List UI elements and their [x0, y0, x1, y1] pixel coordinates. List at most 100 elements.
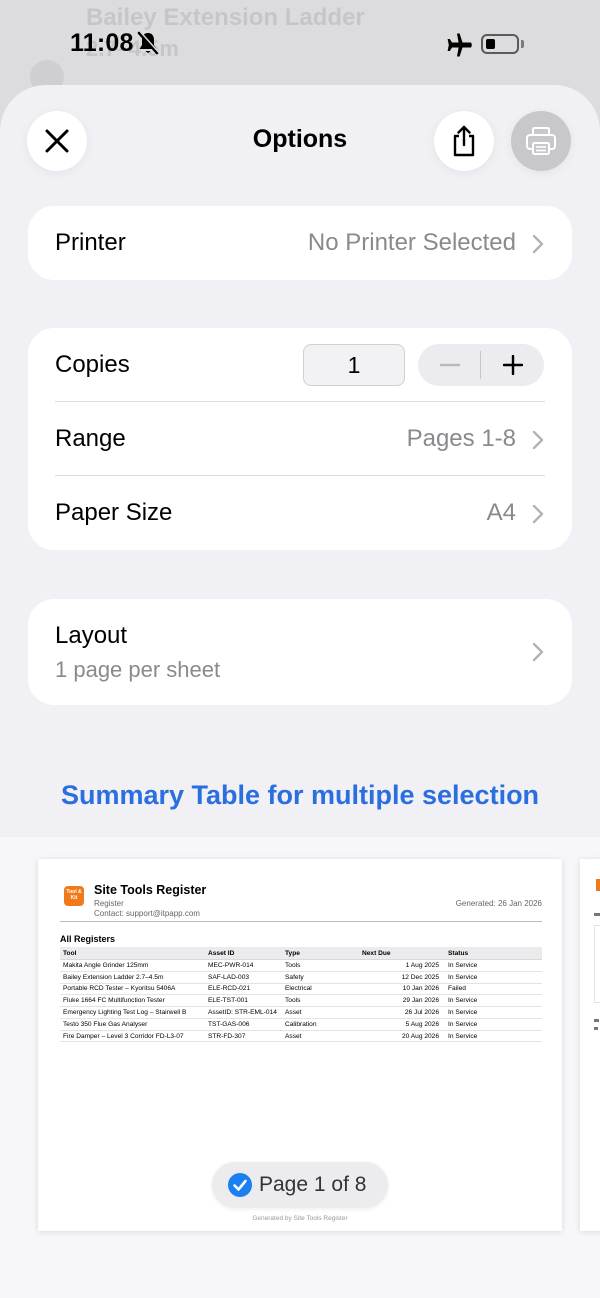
table-cell: Safety: [282, 971, 359, 984]
summary-table-caption: Summary Table for multiple selection: [60, 780, 540, 810]
table-cell: In Service: [445, 1030, 542, 1043]
share-icon: [453, 125, 475, 157]
page-indicator[interactable]: Page 1 of 8: [212, 1162, 388, 1208]
print-settings-group: Copies 1 Range Pages 1-8 Paper Size A4: [28, 328, 572, 550]
copies-stepper: [418, 344, 544, 386]
table-cell: ELE-RCD-021: [205, 983, 282, 996]
preview-page-2[interactable]: [580, 859, 600, 1231]
table-cell: In Service: [445, 971, 542, 984]
paper-size-label: Paper Size: [55, 499, 173, 526]
table-cell: Testo 350 Flue Gas Analyser: [60, 1018, 205, 1031]
sheet-title: Options: [252, 125, 348, 153]
table-row: Portable RCD Tester – Kyoritsu 5406A ELE-…: [60, 983, 542, 996]
column-header: Status: [445, 947, 542, 960]
table-cell: 10 Jan 2026: [359, 983, 445, 996]
table-cell: Makita Angle Grinder 125mm: [60, 959, 205, 972]
document-divider: [60, 921, 542, 922]
battery-icon: [481, 34, 519, 54]
battery-level: [486, 39, 495, 49]
table-row: Bailey Extension Ladder 2.7–4.5m SAF-LAD-…: [60, 971, 542, 984]
decrement-copies-button[interactable]: [418, 344, 481, 386]
status-bar: 11:08: [0, 0, 600, 90]
document-generated-date: Generated: 26 Jan 2026: [455, 899, 542, 908]
page-indicator-label: Page 1 of 8: [259, 1173, 367, 1196]
table-row: Fluke 1664 FC Multifunction Tester ELE-TS…: [60, 994, 542, 1008]
range-label: Range: [55, 425, 126, 452]
table-cell: 20 Aug 2026: [359, 1030, 445, 1043]
page-2-text-line: [594, 913, 600, 916]
chevron-right-icon: [532, 504, 544, 524]
table-cell: TST-GAS-006: [205, 1018, 282, 1031]
table-cell: 29 Jan 2026: [359, 994, 445, 1008]
print-button[interactable]: [511, 111, 571, 171]
document-footer: Generated by Site Tools Register: [252, 1215, 348, 1222]
table-cell: In Service: [445, 1018, 542, 1031]
table-cell: In Service: [445, 994, 542, 1008]
register-table: Tool Asset ID Type Next Due Status Makit…: [60, 947, 542, 1043]
chevron-right-icon: [532, 642, 544, 662]
battery-cap: [521, 40, 524, 48]
print-options-sheet: Options Printer No Printer Selected Copi…: [0, 85, 600, 1298]
printer-row[interactable]: Printer No Printer Selected: [28, 206, 572, 280]
status-time: 11:08: [70, 29, 134, 57]
share-button[interactable]: [434, 111, 494, 171]
printer-group: Printer No Printer Selected: [28, 206, 572, 280]
minus-icon: [439, 363, 460, 367]
printer-value: No Printer Selected: [307, 229, 516, 256]
table-row: Testo 350 Flue Gas Analyser TST-GAS-006 Ca…: [60, 1018, 542, 1031]
copies-label: Copies: [55, 351, 130, 378]
copies-field[interactable]: 1: [303, 344, 405, 386]
document-contact: Contact: support@itpapp.com: [94, 909, 200, 918]
table-cell: Fluke 1664 FC Multifunction Tester: [60, 994, 205, 1008]
table-cell: Tools: [282, 994, 359, 1008]
airplane-icon: [447, 33, 472, 57]
table-cell: Emergency Lighting Test Log – Stairwell …: [60, 1006, 205, 1019]
table-cell: Asset: [282, 1006, 359, 1019]
layout-value: 1 page per sheet: [55, 657, 221, 682]
increment-copies-button[interactable]: [481, 344, 544, 386]
document-subtitle: Register: [94, 899, 124, 908]
paper-size-row[interactable]: Paper Size A4: [28, 476, 572, 550]
table-cell: Calibration: [282, 1018, 359, 1031]
paper-size-value: A4: [486, 499, 516, 526]
range-row[interactable]: Range Pages 1-8: [28, 402, 572, 476]
table-row: Makita Angle Grinder 125mm MEC-PWR-014 Too…: [60, 959, 542, 972]
table-cell: In Service: [445, 959, 542, 972]
table-cell: Tools: [282, 959, 359, 972]
layout-label: Layout: [55, 622, 128, 649]
table-cell: Failed: [445, 983, 542, 996]
table-cell: STR-FD-307: [205, 1030, 282, 1043]
app-logo: Tool & Kit: [64, 886, 84, 906]
column-header: Asset ID: [205, 947, 282, 960]
column-header: Type: [282, 947, 359, 960]
layout-group: Layout 1 page per sheet: [28, 599, 572, 705]
table-cell: Portable RCD Tester – Kyoritsu 5406A: [60, 983, 205, 996]
bell-slash-icon: [137, 31, 160, 55]
checkmark-badge: [228, 1173, 252, 1197]
table-cell: Electrical: [282, 983, 359, 996]
print-preview: Tool & Kit Site Tools Register Register …: [0, 837, 600, 1298]
column-header: Next Due: [359, 947, 445, 960]
table-cell: Bailey Extension Ladder 2.7–4.5m: [60, 971, 205, 984]
printer-label: Printer: [55, 229, 126, 256]
page-2-text-line: [594, 1019, 599, 1022]
table-cell: 5 Aug 2026: [359, 1018, 445, 1031]
page-2-logo: [596, 879, 600, 891]
layout-row[interactable]: Layout 1 page per sheet: [28, 599, 572, 705]
table-cell: In Service: [445, 1006, 542, 1019]
column-header: Tool: [60, 947, 205, 960]
table-row: Fire Damper – Level 3 Corridor FD-L3-07 S…: [60, 1030, 542, 1043]
table-cell: ELE-TST-001: [205, 994, 282, 1008]
document-section-title: All Registers: [60, 934, 116, 944]
checkmark-icon: [233, 1179, 247, 1191]
table-cell: 26 Jul 2026: [359, 1006, 445, 1019]
page-2-content: [594, 925, 600, 1003]
chevron-right-icon: [532, 430, 544, 450]
page-2-text-line: [594, 1027, 598, 1030]
table-cell: 1 Aug 2025: [359, 959, 445, 972]
table-cell: MEC-PWR-014: [205, 959, 282, 972]
chevron-right-icon: [532, 234, 544, 254]
table-cell: SAF-LAD-003: [205, 971, 282, 984]
table-row: Emergency Lighting Test Log – Stairwell …: [60, 1006, 542, 1019]
table-cell: 12 Dec 2025: [359, 971, 445, 984]
